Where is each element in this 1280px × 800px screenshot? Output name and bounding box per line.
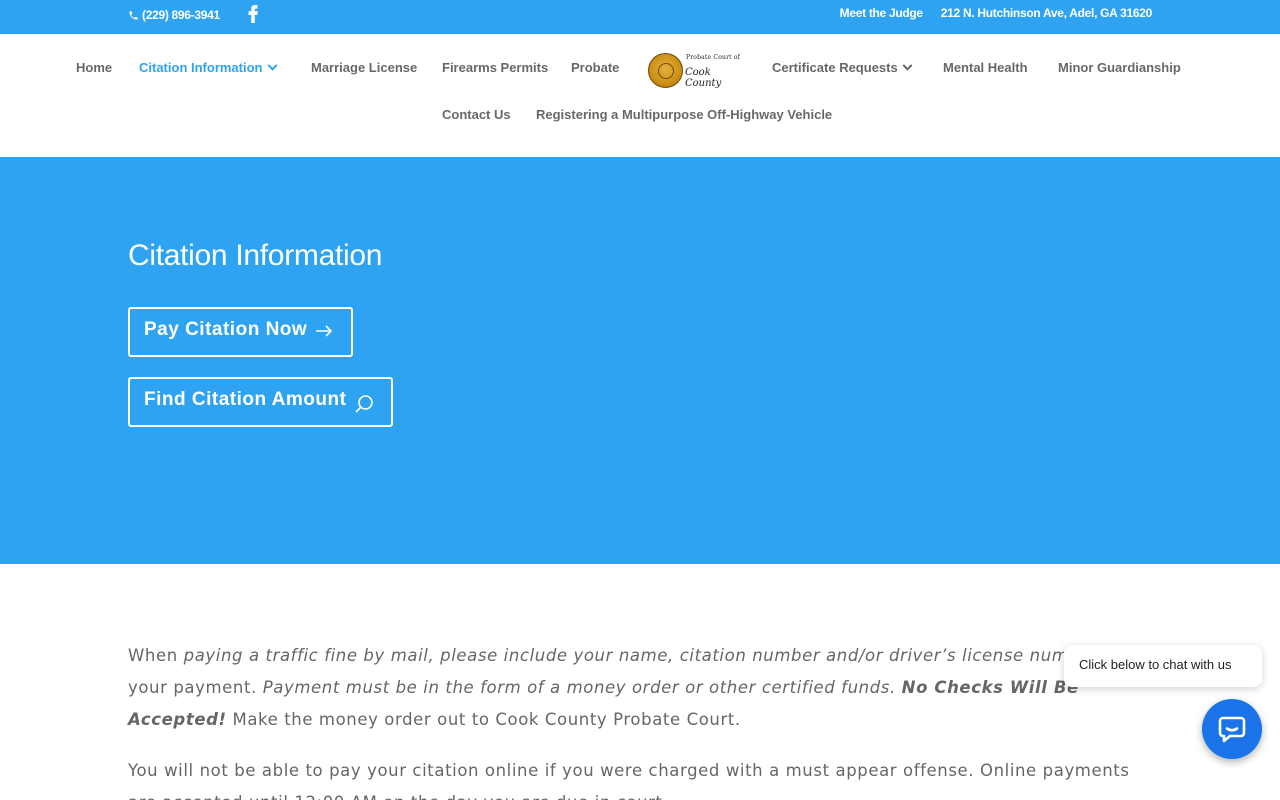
- nav-marriage-license[interactable]: Marriage License: [311, 60, 417, 75]
- secondary-nav: Meet the Judge 212 N. Hutchinson Ave, Ad…: [840, 6, 1153, 20]
- nav-probate[interactable]: Probate: [571, 60, 619, 75]
- meet-the-judge-link[interactable]: Meet the Judge: [840, 6, 923, 20]
- nav-minor-guardianship[interactable]: Minor Guardianship: [1058, 60, 1181, 75]
- citation-content: When paying a traffic fine by mail, plea…: [128, 640, 1158, 800]
- nav-mental-health[interactable]: Mental Health: [943, 60, 1028, 75]
- arrow-right-icon: [316, 325, 333, 337]
- nav-citation-information-label: Citation Information: [139, 60, 263, 75]
- nav-certificate-requests[interactable]: Certificate Requests: [772, 60, 913, 75]
- phone-number[interactable]: (229) 896-3941: [128, 8, 220, 22]
- chat-icon: [1218, 716, 1246, 743]
- nav-firearms-permits[interactable]: Firearms Permits: [442, 60, 548, 75]
- chevron-down-icon: [267, 60, 277, 71]
- nav-citation-information[interactable]: Citation Information: [139, 60, 277, 75]
- find-citation-amount-button[interactable]: Find Citation Amount: [128, 377, 393, 427]
- text-span-italic: Payment must be in the form of a money o…: [262, 678, 896, 697]
- logo-line-1: Probate Court of: [686, 54, 741, 61]
- phone-text: (229) 896-3941: [142, 8, 220, 22]
- mail-payment-paragraph: When paying a traffic fine by mail, plea…: [128, 640, 1158, 736]
- chat-launcher-button[interactable]: [1202, 699, 1262, 759]
- top-bar: (229) 896-3941 Meet the Judge 212 N. Hut…: [0, 0, 1280, 34]
- nav-contact-us[interactable]: Contact Us: [442, 107, 511, 122]
- pay-citation-label: Pay Citation Now: [144, 319, 308, 340]
- county-seal-icon: [648, 53, 683, 88]
- text-span-italic: paying a traffic fine by mail, please in…: [183, 646, 1098, 665]
- hero-section: Citation Information Pay Citation Now Fi…: [0, 157, 1280, 564]
- nav-certificate-requests-label: Certificate Requests: [772, 60, 898, 75]
- online-payment-paragraph: You will not be able to pay your citatio…: [128, 761, 1130, 800]
- address-link[interactable]: 212 N. Hutchinson Ave, Adel, GA 31620: [941, 6, 1153, 20]
- chevron-down-icon: [902, 60, 913, 71]
- page-title: Citation Information: [128, 239, 383, 272]
- search-icon: [355, 395, 374, 413]
- site-logo[interactable]: Probate Court of Cook County: [648, 52, 748, 90]
- text-span: When: [128, 646, 184, 665]
- facebook-icon[interactable]: [247, 5, 259, 23]
- pay-citation-button[interactable]: Pay Citation Now: [128, 307, 353, 357]
- text-span: Make the money order out to Cook County …: [226, 710, 741, 729]
- logo-line-2: Cook County: [685, 67, 722, 89]
- nav-off-highway-vehicle[interactable]: Registering a Multipurpose Off-Highway V…: [536, 107, 832, 122]
- phone-icon: [129, 10, 138, 20]
- find-citation-label: Find Citation Amount: [144, 389, 347, 410]
- chat-prompt-bubble[interactable]: Click below to chat with us: [1064, 645, 1262, 687]
- main-header: Home Citation Information Marriage Licen…: [0, 34, 1280, 157]
- nav-home[interactable]: Home: [76, 60, 112, 75]
